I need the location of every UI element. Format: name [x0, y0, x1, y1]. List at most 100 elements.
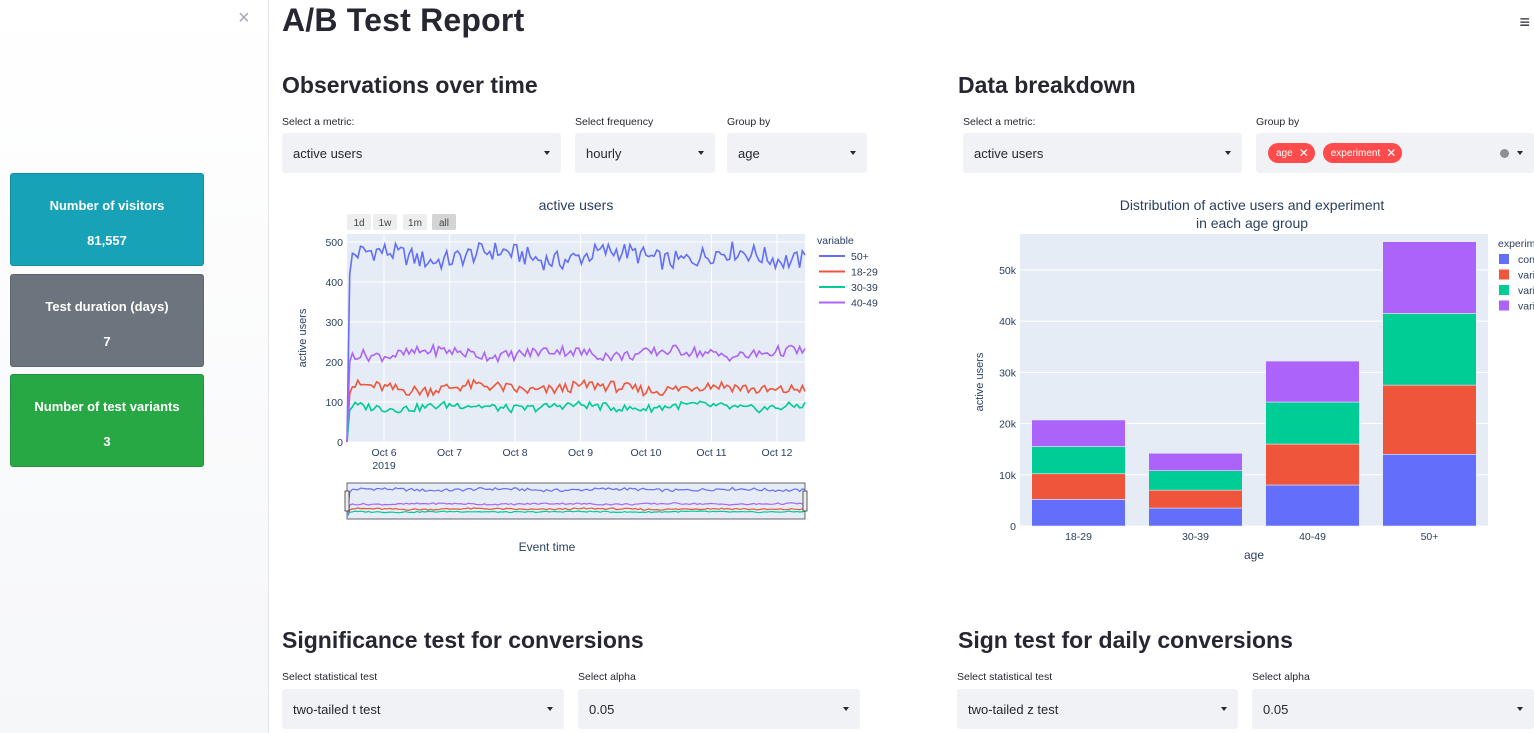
bar-30-39-control	[1148, 507, 1243, 527]
main-content: A/B Test Report ≡ Observations over time…	[270, 0, 1534, 733]
chevron-down-icon	[850, 151, 856, 155]
sign-alpha-select[interactable]: 0.05	[1252, 689, 1534, 729]
range-button-all[interactable]: all	[432, 214, 456, 230]
card-value: 3	[103, 434, 111, 449]
close-icon[interactable]: ×	[238, 8, 250, 28]
legend-title: experiment	[1498, 238, 1534, 250]
chevron-down-icon	[1517, 151, 1523, 155]
chevron-down-icon	[698, 151, 704, 155]
bar-50+-control	[1382, 453, 1477, 527]
variants-card: Number of test variants 3	[10, 374, 204, 467]
y-tick-label: 40k	[999, 316, 1017, 328]
chart-title: active users	[539, 197, 614, 213]
x-tick-label: Oct 10	[631, 447, 662, 459]
legend-swatch	[1499, 300, 1509, 311]
select-value: active users	[293, 145, 363, 161]
legend-label: 50+	[851, 251, 869, 263]
tag-label: experiment	[1330, 147, 1381, 159]
sign-stat-test-select[interactable]: two-tailed z test	[957, 689, 1238, 729]
slider-handle-left[interactable]	[344, 490, 350, 512]
bar-30-39-variation 1	[1148, 489, 1243, 509]
legend-label: 40-49	[851, 298, 878, 310]
stat-test-select[interactable]: two-tailed t test	[282, 689, 564, 729]
bar-18-29-variation 2	[1031, 446, 1126, 475]
breakdown-metric-select[interactable]: active users	[963, 133, 1242, 173]
frequency-select[interactable]: hourly	[575, 133, 715, 173]
range-button-label: 1m	[408, 218, 422, 229]
clear-icon[interactable]	[1500, 148, 1509, 158]
bar-18-29-variation 1	[1031, 473, 1126, 500]
y-tick-label: 30k	[999, 367, 1017, 379]
stat-test-label: Select statistical test	[282, 671, 378, 683]
y-tick-label: 200	[325, 357, 343, 369]
y-tick-label: 10k	[999, 470, 1017, 482]
hamburger-icon[interactable]: ≡	[1519, 12, 1530, 33]
y-tick-label: 0	[1010, 521, 1016, 533]
breakdown-groupby-multiselect[interactable]: age ✕ experiment ✕	[1256, 133, 1534, 173]
x-tick-label: Oct 9	[568, 447, 593, 459]
x-tick-label: 30-39	[1182, 531, 1209, 543]
significance-heading: Significance test for conversions	[282, 627, 644, 653]
bar-18-29-control	[1031, 499, 1126, 527]
select-value: two-tailed z test	[968, 701, 1059, 717]
bar-18-29-variation 3	[1031, 419, 1126, 447]
bar-30-39-variation 3	[1148, 452, 1243, 471]
range-button-1d[interactable]: 1d	[347, 214, 371, 230]
duration-card: Test duration (days) 7	[10, 274, 204, 367]
y-tick-label: 0	[337, 437, 343, 449]
plot-area	[347, 234, 805, 442]
close-icon[interactable]: ✕	[1299, 146, 1309, 160]
sidebar: × Number of visitors 81,557 Test duratio…	[0, 0, 269, 733]
bar-40-49-variation 2	[1265, 401, 1360, 445]
legend-swatch	[1499, 254, 1509, 264]
legend-label: control	[1518, 254, 1534, 266]
y-axis-title: active users	[974, 352, 986, 411]
y-tick-label: 100	[325, 397, 343, 409]
range-button-1w[interactable]: 1w	[373, 214, 397, 230]
groupby-label: Group by	[727, 116, 771, 128]
tag-label: age	[1276, 147, 1293, 159]
range-button-label: 1d	[353, 218, 364, 229]
range-button-label: all	[439, 218, 449, 229]
card-value: 7	[103, 334, 111, 349]
tag-experiment[interactable]: experiment ✕	[1322, 143, 1403, 163]
stat-test-label: Select statistical test	[957, 671, 1053, 683]
groupby-select[interactable]: age	[727, 133, 867, 173]
metric-select[interactable]: active users	[282, 133, 561, 173]
bar-40-49-variation 1	[1265, 443, 1360, 486]
range-button-1m[interactable]: 1m	[403, 214, 427, 230]
bar-chart: Distribution of active users and experim…	[974, 197, 1534, 562]
page-title: A/B Test Report	[282, 2, 525, 38]
chevron-down-icon	[1225, 151, 1231, 155]
legend-swatch	[1499, 285, 1509, 295]
x-tick-label: Oct 7	[437, 447, 462, 459]
legend-label: variation 2	[1518, 285, 1534, 297]
card-title: Number of visitors	[49, 198, 165, 213]
chart-title: in each age group	[1196, 215, 1308, 231]
chevron-down-icon	[547, 707, 553, 711]
slider-handle-right[interactable]	[802, 490, 808, 512]
x-axis-title: age	[1244, 548, 1264, 562]
select-value: two-tailed t test	[293, 701, 381, 717]
legend-label: variation 3	[1518, 301, 1534, 313]
chart-title: Distribution of active users and experim…	[1120, 197, 1385, 213]
metric-label: Select a metric:	[282, 116, 355, 128]
bar-30-39-variation 2	[1148, 470, 1243, 491]
alpha-select[interactable]: 0.05	[578, 689, 860, 729]
y-tick-label: 50k	[999, 265, 1017, 277]
card-title: Test duration (days)	[45, 299, 169, 314]
bar-50+-variation 1	[1382, 384, 1477, 455]
metric-label: Select a metric:	[963, 116, 1036, 128]
bar-50+-variation 3	[1382, 241, 1477, 314]
chevron-down-icon	[544, 151, 550, 155]
x-axis-title: Event time	[519, 540, 576, 554]
x-tick-label: 50+	[1421, 531, 1439, 543]
alpha-label: Select alpha	[1252, 671, 1310, 683]
close-icon[interactable]: ✕	[1386, 146, 1396, 160]
chevron-down-icon	[1517, 707, 1523, 711]
y-tick-label: 500	[325, 237, 343, 249]
tag-age[interactable]: age ✕	[1268, 143, 1315, 163]
frequency-label: Select frequency	[575, 116, 654, 128]
legend-label: 30-39	[851, 282, 878, 294]
y-tick-label: 20k	[999, 419, 1017, 431]
